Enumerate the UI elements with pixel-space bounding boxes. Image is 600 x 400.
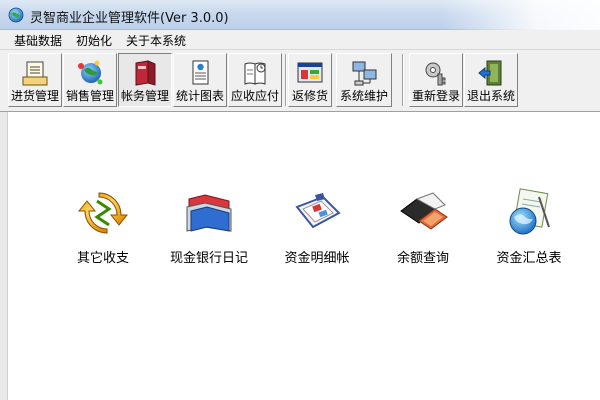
toolbar-label: 帐务管理 bbox=[120, 89, 169, 103]
title-bar[interactable]: 灵智商业企业管理软件(Ver 3.0.0) bbox=[0, 0, 600, 30]
function-label: 现金银行日记 bbox=[169, 251, 248, 266]
report-icon bbox=[192, 60, 209, 85]
folders-icon bbox=[186, 194, 232, 232]
function-fund-summary[interactable]: 资金汇总表 bbox=[474, 187, 584, 277]
exit-door-icon bbox=[478, 60, 502, 86]
function-label: 资金汇总表 bbox=[496, 251, 562, 266]
network-computer-icon bbox=[352, 61, 377, 86]
function-fund-detail-ledger[interactable]: 资金明细帐 bbox=[262, 187, 372, 277]
clipboard-icon bbox=[295, 193, 341, 229]
menu-bar: 基础数据 初始化 关于本系统 bbox=[0, 30, 600, 50]
toolbar-statistics-button[interactable]: 统计图表 bbox=[173, 53, 227, 107]
menu-basic-data[interactable]: 基础数据 bbox=[12, 32, 64, 49]
wallet-icon bbox=[400, 192, 448, 230]
app-globe-icon bbox=[8, 7, 24, 23]
globe-icon bbox=[78, 60, 103, 85]
refresh-arrows-icon bbox=[77, 192, 129, 234]
left-strip bbox=[0, 112, 8, 400]
toolbar-label: 系统维护 bbox=[339, 89, 388, 103]
toolbar-maintenance-button[interactable]: 系统维护 bbox=[336, 53, 392, 107]
function-label: 资金明细帐 bbox=[284, 251, 350, 266]
function-label: 其它收支 bbox=[76, 251, 129, 266]
menu-initialize[interactable]: 初始化 bbox=[74, 32, 114, 49]
toolbar-label: 销售管理 bbox=[65, 89, 114, 103]
toolbar-exit-button[interactable]: 退出系统 bbox=[464, 53, 518, 107]
purchase-icon bbox=[22, 61, 48, 86]
monitor-window-icon bbox=[297, 62, 323, 83]
function-label: 余额查询 bbox=[396, 251, 449, 266]
function-other-income-expense[interactable]: 其它收支 bbox=[48, 187, 158, 277]
receivable-book-icon bbox=[244, 62, 266, 85]
menu-about[interactable]: 关于本系统 bbox=[124, 32, 188, 49]
globe-document-icon bbox=[509, 188, 550, 235]
function-balance-inquiry[interactable]: 余额查询 bbox=[368, 187, 478, 277]
toolbar-label: 进货管理 bbox=[10, 89, 59, 103]
titlebar-glare bbox=[440, 0, 600, 30]
toolbar-relogin-button[interactable]: 重新登录 bbox=[409, 53, 463, 107]
toolbar-sales-button[interactable]: 销售管理 bbox=[63, 53, 117, 107]
toolbar-label: 退出系统 bbox=[466, 89, 515, 103]
toolbar-repair-button[interactable]: 返修货 bbox=[288, 53, 332, 107]
ledger-book-icon bbox=[135, 60, 156, 86]
key-icon bbox=[425, 62, 446, 86]
accounts-panel: 其它收支 现金银行日记 资金明细帐 余额查询 资金汇总表 bbox=[8, 112, 600, 400]
toolbar-separator bbox=[285, 54, 287, 106]
toolbar-label: 统计图表 bbox=[175, 89, 224, 103]
toolbar-purchase-button[interactable]: 进货管理 bbox=[8, 53, 62, 107]
function-cash-bank-journal[interactable]: 现金银行日记 bbox=[154, 187, 264, 277]
toolbar-label: 应收应付 bbox=[230, 89, 279, 103]
toolbar-label: 重新登录 bbox=[411, 89, 460, 103]
toolbar-receivable-button[interactable]: 应收应付 bbox=[228, 53, 282, 107]
toolbar-accounts-button[interactable]: 帐务管理 bbox=[118, 53, 172, 107]
toolbar: 进货管理 销售管理 帐务管理 统计图表 应收应付 返修货 系统维护 重新登录 退… bbox=[0, 50, 600, 112]
toolbar-label: 返修货 bbox=[291, 89, 328, 103]
toolbar-separator bbox=[402, 54, 404, 106]
window-title: 灵智商业企业管理软件(Ver 3.0.0) bbox=[30, 11, 229, 26]
